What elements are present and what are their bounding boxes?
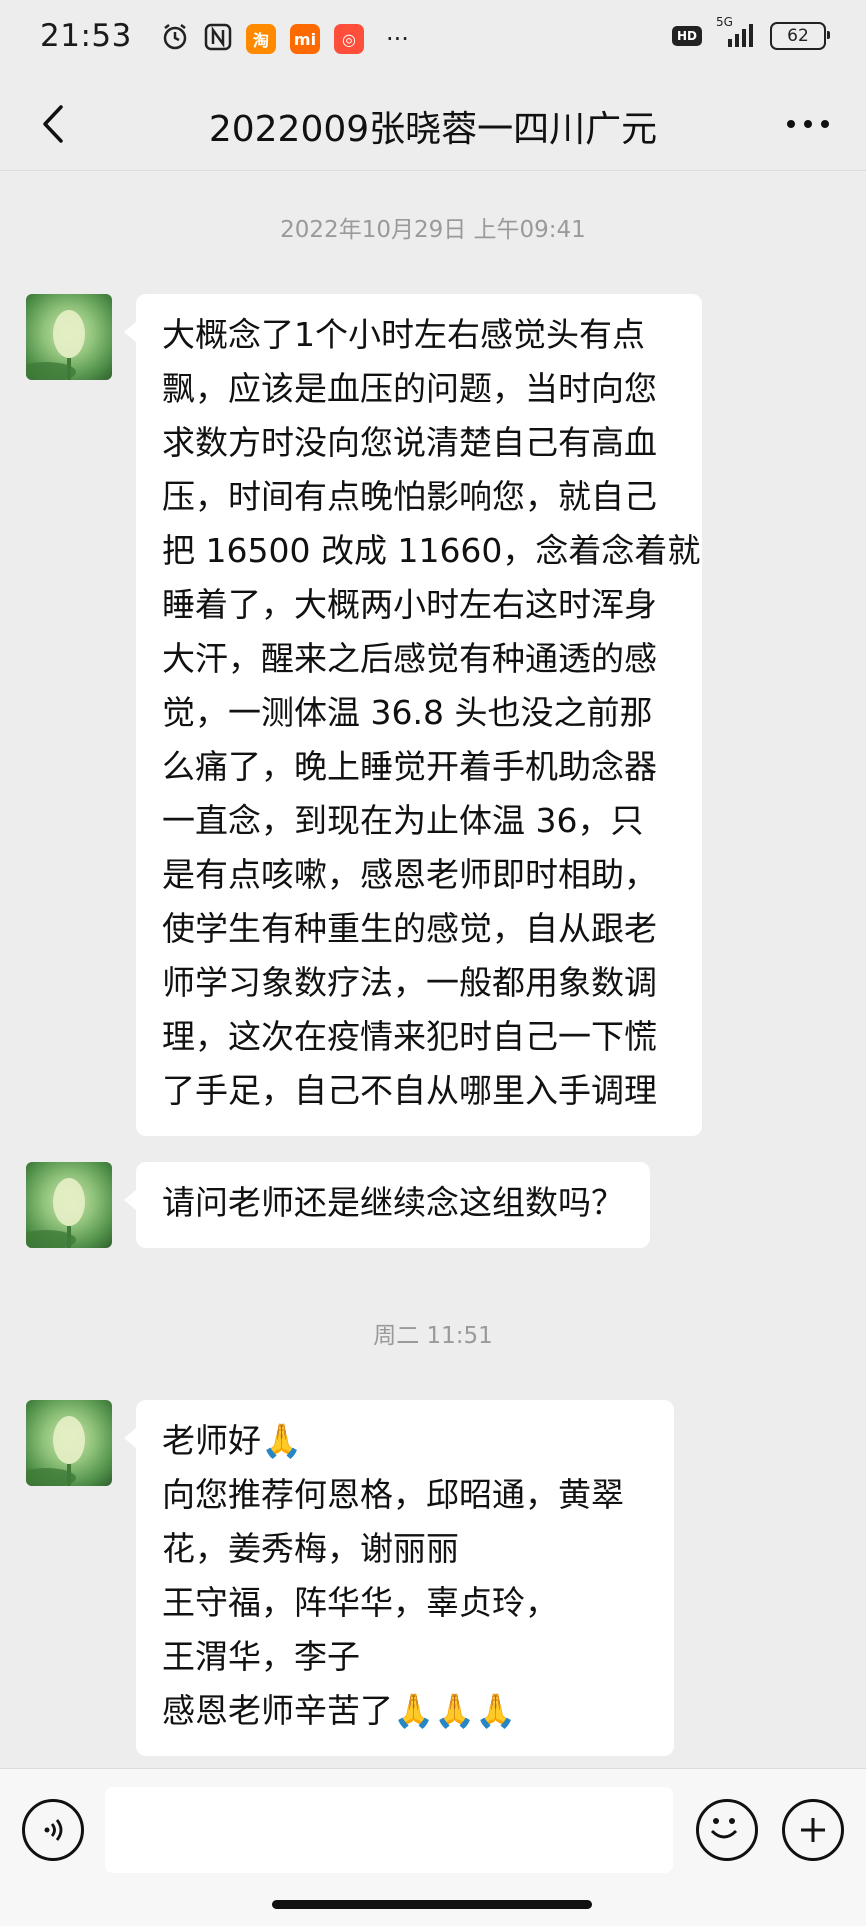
alarm-icon <box>160 22 190 56</box>
message-bubble[interactable]: 请问老师还是继续念这组数吗？ <box>124 1162 650 1248</box>
message-text-line: 压，时间有点晚怕影响您，就自己 <box>162 477 657 516</box>
message-text-line: 睡着了，大概两小时左右这时浑身 <box>162 585 657 624</box>
message-text-line: 了手足，自己不自从哪里入手调理 <box>162 1071 657 1110</box>
hd-badge: HD <box>671 26 702 46</box>
emoji-button[interactable] <box>696 1799 758 1861</box>
network-type: 5G <box>716 15 733 29</box>
message-input[interactable] <box>105 1787 673 1873</box>
more-functions-button[interactable] <box>782 1799 844 1861</box>
battery-level: 62 <box>787 26 809 46</box>
lotus-bud-icon <box>26 1178 85 1248</box>
message-bubble[interactable]: 大概念了1个小时左右感觉头有点 飘，应该是血压的问题，当时向您 求数方时没向您说… <box>124 294 702 1136</box>
avatar[interactable] <box>26 294 112 380</box>
message-text-line: 飘，应该是血压的问题，当时向您 <box>162 369 657 408</box>
message-text-line: 感恩老师辛苦了🙏🙏🙏 <box>162 1691 517 1730</box>
message-text-line: 是有点咳嗽，感恩老师即时相助， <box>162 855 657 894</box>
message-text-line: 老师好🙏 <box>162 1421 303 1460</box>
chat-header: 2022009张晓蓉一四川广元 <box>0 78 866 171</box>
nfc-icon <box>204 22 232 56</box>
status-app-icons: 淘 mi ◎ ··· <box>160 22 409 56</box>
message-text-line: 理，这次在疫情来犯时自己一下慌 <box>162 1017 657 1056</box>
more-dots-icon <box>787 120 829 128</box>
message-text-line: 把 16500 改成 11660，念着念着就 <box>162 531 701 570</box>
message-text-line: 大概念了1个小时左右感觉头有点 <box>162 315 645 354</box>
message-text-line: 王守福，阵华华，辜贞玲， <box>162 1583 558 1622</box>
message-text-line: 求数方时没向您说清楚自己有高血 <box>162 423 657 462</box>
plus-icon <box>801 1818 825 1842</box>
voice-icon <box>44 1819 63 1841</box>
signal-icon: 5G <box>716 15 756 49</box>
message-text-line: 花，姜秀梅，谢丽丽 <box>162 1529 459 1568</box>
avatar[interactable] <box>26 1400 112 1486</box>
more-options-button[interactable] <box>778 96 838 152</box>
status-right: HD 5G 62 <box>671 15 830 50</box>
status-time: 21:53 <box>40 18 132 54</box>
lotus-bud-icon <box>26 1416 85 1486</box>
message-text-line: 大汗，醒来之后感觉有种通透的感 <box>162 639 657 678</box>
chat-title: 2022009张晓蓉一四川广元 <box>208 109 658 150</box>
home-indicator[interactable] <box>272 1900 592 1909</box>
status-more: ··· <box>386 25 409 53</box>
message-text-line: 么痛了，晚上睡觉开着手机助念器 <box>162 747 657 786</box>
avatar[interactable] <box>26 1162 112 1248</box>
message-text-line: 请问老师还是继续念这组数吗？ <box>162 1183 624 1222</box>
mi-icon: mi <box>290 24 320 54</box>
message-text-line: 觉，一测体温 36.8 头也没之前那 <box>162 693 653 732</box>
message-text-line: 一直念，到现在为止体温 36，只 <box>162 801 644 840</box>
message-text-line: 王渭华，李子 <box>162 1637 360 1676</box>
chat-timestamp: 2022年10月29日 上午09:41 <box>280 217 586 243</box>
status-bar: 21:53 淘 mi ◎ ··· HD 5G 62 <box>0 0 866 78</box>
kuaishou-icon: ◎ <box>334 24 364 54</box>
message-text-line: 使学生有种重生的感觉，自从跟老 <box>162 909 657 948</box>
battery-icon: 62 <box>770 22 830 50</box>
message-text-line: 向您推荐何恩格，邱昭通，黄翠 <box>162 1475 624 1514</box>
voice-input-button[interactable] <box>22 1799 84 1861</box>
lotus-bud-icon <box>26 310 85 380</box>
message-bubble[interactable]: 老师好🙏 向您推荐何恩格，邱昭通，黄翠 花，姜秀梅，谢丽丽 王守福，阵华华，辜贞… <box>124 1400 674 1756</box>
message-text-line: 师学习象数疗法，一般都用象数调 <box>162 963 657 1002</box>
smiley-icon <box>710 1818 738 1839</box>
taobao-icon: 淘 <box>246 24 276 54</box>
chat-timestamp: 周二 11:51 <box>373 1323 493 1349</box>
